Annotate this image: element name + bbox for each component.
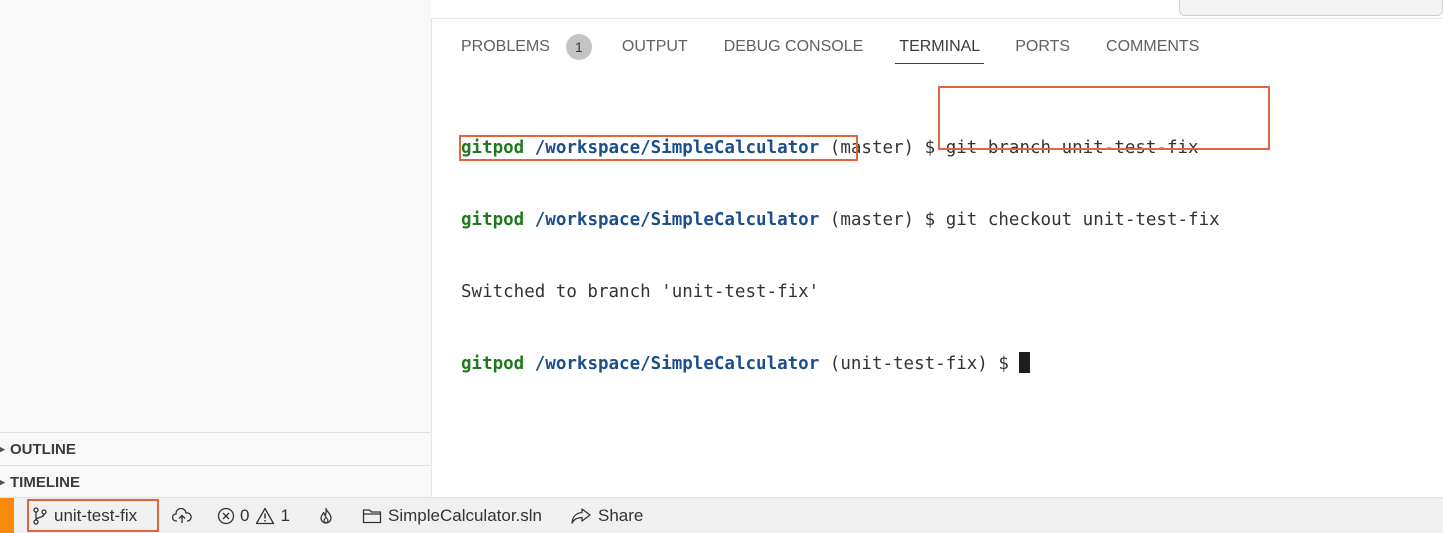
tab-problems-label: PROBLEMS	[461, 38, 550, 55]
solution-name: SimpleCalculator.sln	[388, 505, 543, 525]
status-bar: unit-test-fix 0 1 SimpleCalculator.sln S…	[0, 497, 1443, 533]
terminal-line: Switched to branch 'unit-test-fix'	[461, 280, 1421, 304]
terminal-line: gitpod /workspace/SimpleCalculator (unit…	[461, 352, 1421, 376]
tab-comments-label: COMMENTS	[1106, 38, 1200, 55]
chevron-right-icon: ▶	[0, 476, 5, 487]
highlight-box-branch	[27, 499, 159, 532]
terminal-command: $ git checkout unit-test-fix	[924, 210, 1220, 230]
warning-count: 1	[280, 505, 290, 525]
folder-icon	[362, 508, 382, 524]
timeline-label: TIMELINE	[10, 473, 80, 491]
prompt-path: /workspace/SimpleCalculator	[534, 210, 820, 230]
tab-problems[interactable]: PROBLEMS 1	[461, 30, 592, 64]
outline-section-header[interactable]: ▶ OUTLINE	[0, 432, 430, 465]
top-bar	[431, 0, 1443, 19]
terminal-cursor	[1019, 352, 1031, 373]
prompt-path: /workspace/SimpleCalculator	[534, 354, 820, 374]
prompt-user: gitpod	[461, 354, 525, 374]
prompt-branch: (master)	[829, 210, 915, 230]
highlight-box-commands	[938, 86, 1270, 150]
tab-ports-label: PORTS	[1015, 38, 1071, 55]
error-icon	[217, 507, 235, 525]
tab-output[interactable]: OUTPUT	[622, 30, 688, 64]
flame-icon	[318, 507, 334, 525]
panel-tabs: PROBLEMS 1 OUTPUT DEBUG CONSOLE TERMINAL…	[431, 30, 1199, 64]
tab-output-label: OUTPUT	[621, 38, 688, 55]
flame-status-item[interactable]	[318, 498, 334, 533]
share-label: Share	[598, 505, 644, 525]
tab-terminal[interactable]: TERMINAL	[895, 30, 985, 64]
solution-status-item[interactable]: SimpleCalculator.sln	[362, 498, 542, 533]
chevron-right-icon: ▶	[0, 443, 5, 454]
share-status-item[interactable]: Share	[570, 498, 643, 533]
tab-ports[interactable]: PORTS	[1015, 30, 1070, 64]
share-icon	[570, 507, 592, 525]
outline-label: OUTLINE	[10, 440, 76, 458]
terminal-line: gitpod /workspace/SimpleCalculator (mast…	[461, 208, 1421, 232]
terminal-command: $	[998, 354, 1020, 374]
tab-debug-console[interactable]: DEBUG CONSOLE	[724, 30, 864, 64]
sync-status-item[interactable]	[172, 498, 192, 533]
error-count: 0	[240, 505, 250, 525]
problems-status-item[interactable]: 0 1	[217, 498, 290, 533]
terminal-output: Switched to branch 'unit-test-fix'	[461, 282, 820, 302]
prompt-user: gitpod	[461, 210, 525, 230]
highlight-box-switched	[459, 135, 858, 161]
warning-icon	[255, 507, 275, 525]
cloud-upload-icon	[172, 507, 192, 524]
remote-indicator[interactable]	[0, 498, 14, 533]
tab-debug-console-label: DEBUG CONSOLE	[723, 38, 864, 55]
sidebar: ▶ OUTLINE ▶ TIMELINE	[0, 0, 432, 497]
tab-comments[interactable]: COMMENTS	[1106, 30, 1199, 64]
tab-terminal-label: TERMINAL	[899, 38, 981, 55]
problems-count-badge: 1	[565, 34, 592, 60]
command-center-search[interactable]	[1179, 0, 1443, 16]
prompt-branch: (unit-test-fix)	[829, 354, 988, 374]
timeline-section-header[interactable]: ▶ TIMELINE	[0, 465, 430, 498]
